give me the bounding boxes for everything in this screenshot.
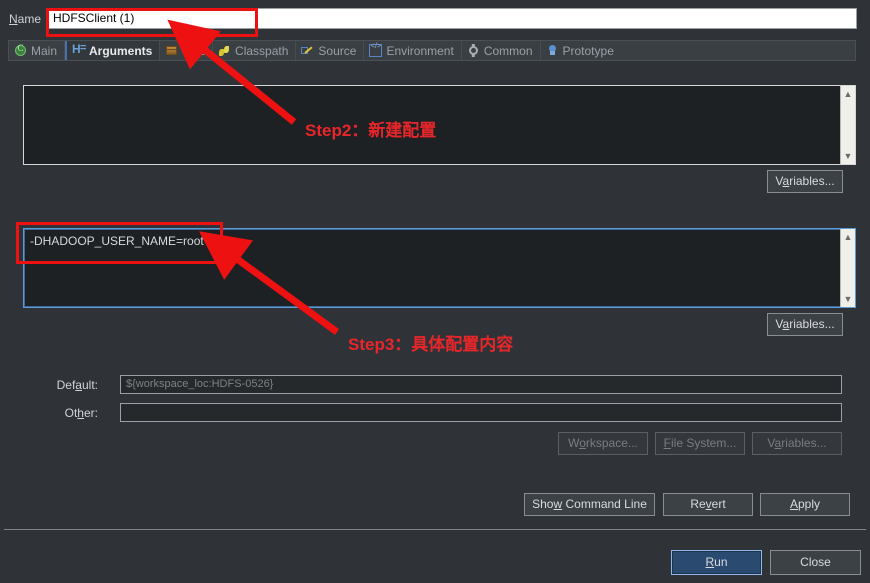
tab-prototype-label: Prototype [562, 43, 614, 58]
classpath-icon [218, 44, 231, 57]
tab-environment[interactable]: Environment [364, 41, 462, 60]
tab-common-label: Common [483, 43, 533, 58]
jre-icon [165, 44, 178, 57]
vm-arguments-value: -DHADOOP_USER_NAME=root [30, 234, 204, 248]
workspace-button[interactable]: Workspace... [558, 432, 648, 455]
footer-separator [4, 529, 866, 530]
vm-arguments-variables-button[interactable]: Variables... [767, 313, 843, 336]
default-label: Default: [56, 378, 98, 392]
tab-classpath-label: Classpath [235, 43, 289, 58]
chevron-down-icon[interactable]: ▼ [841, 149, 855, 163]
chevron-up-icon[interactable]: ▲ [841, 230, 855, 244]
tab-environment-label: Environment [386, 43, 454, 58]
tab-arguments[interactable]: Arguments [65, 41, 161, 60]
show-command-line-button[interactable]: Show Command Line [524, 493, 655, 516]
name-label: Name [9, 12, 42, 26]
program-arguments-scrollbar[interactable]: ▲ ▼ [840, 86, 855, 164]
run-button[interactable]: Run [671, 550, 762, 575]
tab-classpath[interactable]: Classpath [213, 41, 297, 60]
tab-prototype[interactable]: Prototype [541, 41, 621, 60]
annotation-step3-text: Step3：具体配置内容 [348, 335, 514, 354]
close-button[interactable]: Close [770, 550, 861, 575]
source-icon [301, 44, 314, 57]
tab-source-label: Source [318, 43, 357, 58]
vm-arguments-scrollbar[interactable]: ▲ ▼ [840, 229, 855, 307]
environment-icon [369, 43, 383, 57]
vm-arguments-textarea[interactable]: -DHADOOP_USER_NAME=root ▲ ▼ [23, 228, 856, 308]
revert-button[interactable]: Revert [663, 493, 753, 516]
tab-source[interactable]: Source [296, 41, 365, 60]
tab-jre[interactable]: JRE [160, 41, 214, 60]
file-system-button[interactable]: File System... [655, 432, 745, 455]
launch-configuration-dialog: Name HDFSClient (1) Main Arguments JRE C… [0, 0, 870, 583]
lightbulb-icon [546, 44, 559, 57]
tab-main-label: Main [31, 43, 58, 58]
name-row: Name HDFSClient (1) [0, 6, 870, 32]
program-arguments-textarea[interactable]: ▲ ▼ [23, 85, 856, 165]
tab-arguments-label: Arguments [89, 43, 153, 58]
working-directory-variables-button[interactable]: Variables... [752, 432, 842, 455]
program-arguments-variables-button[interactable]: Variables... [767, 170, 843, 193]
gear-icon [467, 44, 480, 57]
arguments-icon [72, 42, 86, 57]
name-input[interactable]: HDFSClient (1) [47, 8, 857, 29]
other-directory-input[interactable] [120, 403, 842, 422]
tab-common[interactable]: Common [462, 41, 541, 60]
tab-jre-label: JRE [182, 43, 206, 58]
tab-main[interactable]: Main [9, 41, 66, 60]
default-directory-input: ${workspace_loc:HDFS-0526} [120, 375, 842, 394]
other-label: Other: [64, 406, 98, 420]
tab-bar: Main Arguments JRE Classpath Source Envi… [8, 40, 856, 61]
chevron-down-icon[interactable]: ▼ [841, 292, 855, 306]
chevron-up-icon[interactable]: ▲ [841, 87, 855, 101]
annotation-step2-text: Step2：新建配置 [305, 121, 437, 140]
class-main-icon [14, 43, 27, 57]
apply-button[interactable]: Apply [760, 493, 850, 516]
